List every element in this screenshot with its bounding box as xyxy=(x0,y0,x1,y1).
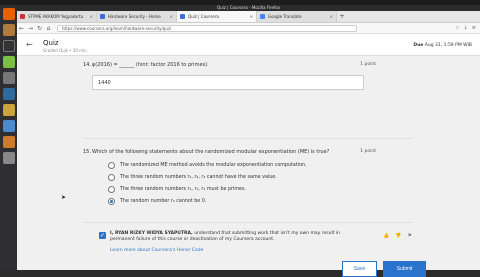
navigation-bar: ← → ↻ ⌂ https://www.coursera.org/learn/h… xyxy=(17,23,480,34)
translate-favicon-icon xyxy=(260,14,265,19)
tab-label: Google Translate xyxy=(268,14,302,19)
question-points: 1 point xyxy=(360,62,376,67)
quiz-subtitle: Graded Quiz • 30 min xyxy=(43,48,87,53)
settings-app-icon[interactable] xyxy=(2,72,15,84)
thumbs-up-icon[interactable]: 👍 xyxy=(383,233,389,239)
save-button[interactable]: Save xyxy=(342,261,377,277)
divider xyxy=(83,138,413,139)
quiz-header: ← Quiz Graded Quiz • 30 min Due Aug 31, … xyxy=(17,34,480,56)
tab-hardware-security[interactable]: Hardware Security - Home ✕ xyxy=(97,11,177,22)
site-favicon-icon xyxy=(20,14,25,19)
firefox-app-icon[interactable] xyxy=(2,8,15,20)
radio-button[interactable] xyxy=(108,174,115,181)
answer-option[interactable]: The three random numbers r₁, r₂, r₃ cann… xyxy=(108,174,277,181)
quiz-page: ← Quiz Graded Quiz • 30 min Due Aug 31, … xyxy=(17,34,480,277)
home-icon[interactable]: ⌂ xyxy=(44,25,53,32)
bookmarks-icon[interactable]: ☆ xyxy=(455,25,459,31)
question-text: Which of the following statements about … xyxy=(92,149,330,155)
option-label: The three random numbers r₁, r₂, r₃ must… xyxy=(120,187,246,192)
store-app-icon[interactable] xyxy=(2,104,15,116)
due-date: Due Aug 31, 1:59 PM WIB xyxy=(413,43,472,48)
answer-input[interactable]: 1440 xyxy=(92,75,364,90)
code-app-icon[interactable] xyxy=(2,120,15,132)
back-icon[interactable]: ← xyxy=(17,25,26,32)
tab-quiz[interactable]: Quiz | Coursera ✕ xyxy=(177,11,257,22)
new-tab-button[interactable]: + xyxy=(337,11,347,22)
radio-button-selected[interactable] xyxy=(108,198,115,205)
tab-label: STPME AKAKOM Yogyakarta xyxy=(28,14,84,19)
back-arrow-icon[interactable]: ← xyxy=(26,40,33,49)
question-text: φ(2016) = ______ (hint: factor 2016 to p… xyxy=(92,62,209,68)
close-tab-icon[interactable]: ✕ xyxy=(330,14,333,19)
tab-google-translate[interactable]: Google Translate ✕ xyxy=(257,11,337,22)
close-tab-icon[interactable]: ✕ xyxy=(250,14,253,19)
radio-button[interactable] xyxy=(108,162,115,169)
radio-button[interactable] xyxy=(108,186,115,193)
question-number: 15. xyxy=(83,149,91,155)
forward-icon[interactable]: → xyxy=(26,25,35,32)
honor-code-statement: I, RYAN RIZKY WIDYA SYAPUTRA, understand… xyxy=(110,231,340,243)
reload-icon[interactable]: ↻ xyxy=(35,25,44,32)
feedback-icons: 👍 👎 ⚑ xyxy=(383,233,412,239)
menu-icon[interactable]: ≡ xyxy=(472,25,476,31)
url-bar[interactable]: https://www.coursera.org/learn/hardware-… xyxy=(57,24,357,32)
coursera-favicon-icon xyxy=(180,14,185,19)
close-tab-icon[interactable]: ✕ xyxy=(170,14,173,19)
tab-akakom[interactable]: STPME AKAKOM Yogyakarta ✕ xyxy=(17,11,97,22)
honor-name: I, RYAN RIZKY WIDYA SYAPUTRA, xyxy=(110,231,193,236)
tab-label: Quiz | Coursera xyxy=(188,14,219,19)
thumbs-down-icon[interactable]: 👎 xyxy=(395,233,401,239)
files-app-icon[interactable] xyxy=(2,24,15,36)
question-number: 14. xyxy=(83,62,91,68)
divider xyxy=(83,222,413,223)
honor-code-checkbox[interactable]: ✓ xyxy=(99,232,106,239)
flag-icon[interactable]: ⚑ xyxy=(407,233,411,239)
terminal-app-icon[interactable] xyxy=(2,40,15,52)
answer-option[interactable]: The three random numbers r₁, r₂, r₃ must… xyxy=(108,186,246,193)
quiz-title: Quiz xyxy=(43,39,59,47)
due-value: Aug 31, 1:59 PM WIB xyxy=(424,43,472,48)
close-tab-icon[interactable]: ✕ xyxy=(90,14,93,19)
honor-code-link[interactable]: Learn more about Coursera's Honor Code xyxy=(110,248,203,253)
coursera-favicon-icon xyxy=(100,14,105,19)
answer-option[interactable]: The randomized ME method avoids the modu… xyxy=(108,162,307,169)
trash-app-icon[interactable] xyxy=(2,152,15,164)
tab-bar: STPME AKAKOM Yogyakarta ✕ Hardware Secur… xyxy=(17,11,480,23)
option-label: The three random numbers r₁, r₂, r₃ cann… xyxy=(120,175,277,180)
answer-option[interactable]: The random number r₃ cannot be 0. xyxy=(108,198,206,205)
due-label: Due xyxy=(413,43,424,48)
tab-label: Hardware Security - Home xyxy=(108,14,161,19)
downloads-icon[interactable]: ↓ xyxy=(464,25,468,31)
option-label: The random number r₃ cannot be 0. xyxy=(120,199,207,204)
mouse-cursor-icon: ➤ xyxy=(61,194,67,201)
monitor-app-icon[interactable] xyxy=(2,88,15,100)
question-points: 1 point xyxy=(360,149,376,154)
submit-button[interactable]: Submit xyxy=(383,261,426,277)
folder-app-icon[interactable] xyxy=(2,136,15,148)
option-label: The randomized ME method avoids the modu… xyxy=(120,163,307,168)
launcher-dock xyxy=(0,5,17,270)
android-app-icon[interactable] xyxy=(2,56,15,68)
